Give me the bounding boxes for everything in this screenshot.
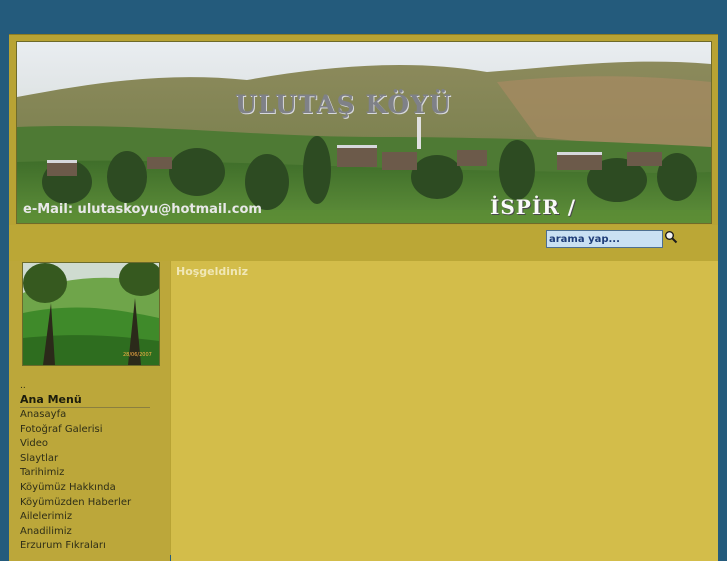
menu-item-tarihimiz[interactable]: Tarihimiz [20,466,150,481]
sidebar-photo: 28/06/2007 [22,262,160,366]
menu-item-ailelerimiz[interactable]: Ailelerimiz [20,510,150,525]
content-title: Hoşgeldiniz [176,265,249,278]
menu-item-video[interactable]: Video [20,437,150,452]
banner-location: İSPİR / ERZURUM [490,195,616,223]
main-content: Hoşgeldiniz [171,261,718,561]
menu-dots: .. [20,381,26,391]
menu-item-anadilimiz[interactable]: Anadilimiz [20,525,150,540]
search-icon[interactable] [664,230,678,244]
sidebar: 28/06/2007 .. Ana Menü Anasayfa Fotoğraf… [9,261,170,561]
banner-email: e-Mail: ulutaskoyu@hotmail.com [23,202,262,217]
meadow-photo: 28/06/2007 [23,263,159,365]
photo-date-stamp: 28/06/2007 [123,352,152,358]
menu-item-fotograf-galerisi[interactable]: Fotoğraf Galerisi [20,423,150,438]
banner-title: ULUTAŞ KÖYÜ [235,90,452,119]
page-frame: ULUTAŞ KÖYÜ e-Mail: ulutaskoyu@hotmail.c… [9,34,718,561]
search-bar [9,225,718,261]
main-menu: .. Ana Menü Anasayfa Fotoğraf Galerisi V… [20,381,150,554]
search-input[interactable] [546,230,663,248]
menu-item-slaytlar[interactable]: Slaytlar [20,452,150,467]
header-banner: ULUTAŞ KÖYÜ e-Mail: ulutaskoyu@hotmail.c… [16,41,712,224]
menu-item-erzurum-fikralari[interactable]: Erzurum Fıkraları [20,539,150,554]
menu-item-anasayfa[interactable]: Anasayfa [20,408,150,423]
menu-item-koyumuz-hakkinda[interactable]: Köyümüz Hakkında [20,481,150,496]
menu-item-koyumuzden-haberler[interactable]: Köyümüzden Haberler [20,496,150,511]
menu-title: Ana Menü [20,393,150,408]
